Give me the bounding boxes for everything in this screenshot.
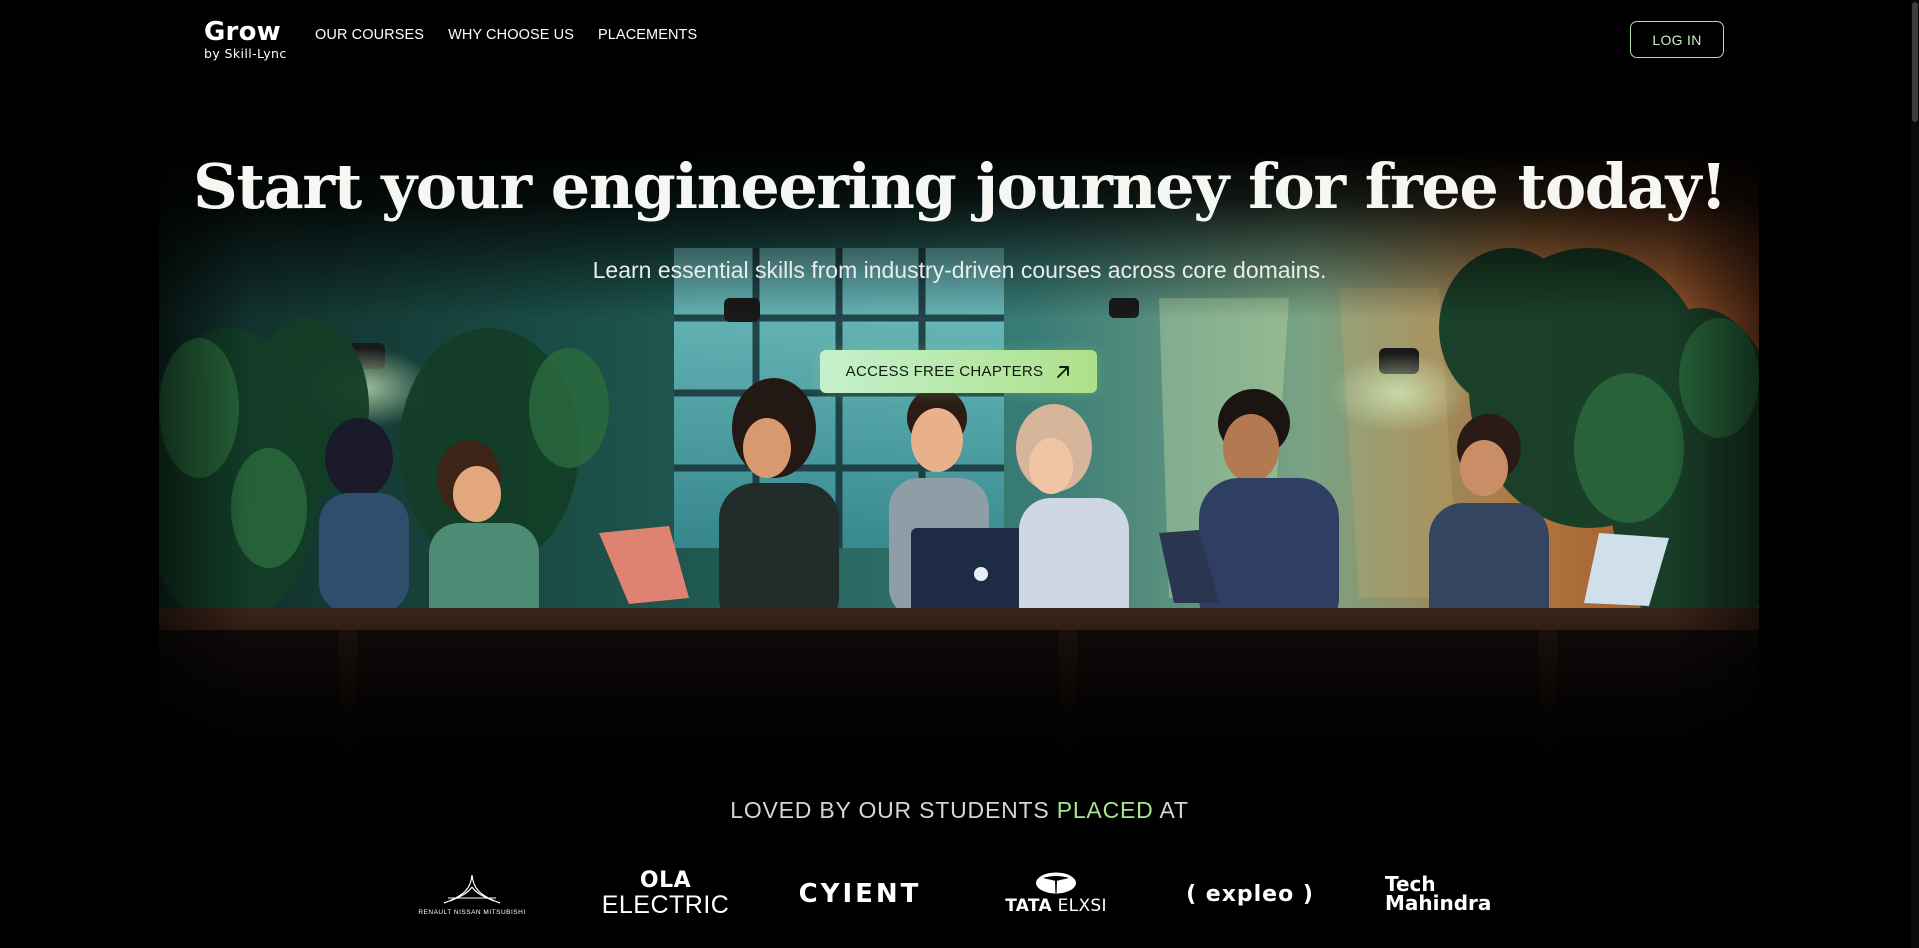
arrow-up-right-icon: [1055, 364, 1071, 380]
tata-rest: ELXSI: [1051, 896, 1107, 916]
expleo-logo: ( expleo ): [1186, 881, 1314, 907]
cta-label: ACCESS FREE CHAPTERS: [845, 363, 1044, 380]
ola-bottom: ELECTRIC: [601, 891, 730, 919]
hero-title: Start your engineering journey for free …: [193, 150, 1727, 223]
partner-logos: RENAULT NISSAN MITSUBISHI OLA ELECTRIC C…: [0, 866, 1919, 922]
nav-links: OUR COURSES WHY CHOOSE US PLACEMENTS: [315, 27, 697, 43]
placed-prefix: LOVED BY OUR STUDENTS: [730, 797, 1057, 823]
tata-mark-icon: [1036, 872, 1076, 894]
placed-heading: LOVED BY OUR STUDENTS PLACED AT: [0, 797, 1919, 824]
login-button[interactable]: LOG IN: [1630, 21, 1724, 58]
ola-top: OLA: [639, 868, 692, 893]
tata-bold: TATA: [1005, 896, 1052, 916]
nav-link-why-choose-us[interactable]: WHY CHOOSE US: [448, 27, 574, 43]
placed-suffix: AT: [1153, 797, 1189, 823]
alliance-mark-icon: [443, 874, 501, 904]
hero-illustration: [159, 148, 1759, 780]
nav-link-placements[interactable]: PLACEMENTS: [598, 27, 697, 43]
page-scrollbar[interactable]: [1911, 0, 1919, 948]
logo-wordmark: Grow: [204, 17, 281, 47]
tata-elxsi-text: TATA ELXSI: [1005, 896, 1107, 916]
renault-nissan-mitsubishi-logo: RENAULT NISSAN MITSUBISHI: [407, 866, 537, 922]
scrollbar-thumb[interactable]: [1912, 2, 1918, 122]
rnm-text: RENAULT NISSAN MITSUBISHI: [418, 908, 526, 916]
hero-fade-right: [1669, 148, 1759, 780]
cyient-logo: CYIENT: [798, 879, 922, 909]
hero-subtitle: Learn essential skills from industry-dri…: [592, 257, 1327, 283]
top-nav: Grow by Skill-Lync OUR COURSES WHY CHOOS…: [0, 0, 1919, 80]
tata-elxsi-logo: TATA ELXSI: [997, 866, 1115, 922]
logo-byline: by Skill-Lync: [204, 46, 287, 61]
access-free-chapters-button[interactable]: ACCESS FREE CHAPTERS: [820, 350, 1097, 393]
ola-electric-logo: OLA ELECTRIC: [601, 866, 730, 922]
tech-mahindra-logo: Tech Mahindra: [1380, 866, 1510, 922]
tm-bottom: Mahindra: [1385, 891, 1492, 915]
hero-fade-left: [159, 148, 249, 780]
placed-highlight: PLACED: [1056, 797, 1154, 823]
nav-link-our-courses[interactable]: OUR COURSES: [315, 27, 424, 43]
grow-logo[interactable]: Grow by Skill-Lync: [204, 18, 300, 62]
